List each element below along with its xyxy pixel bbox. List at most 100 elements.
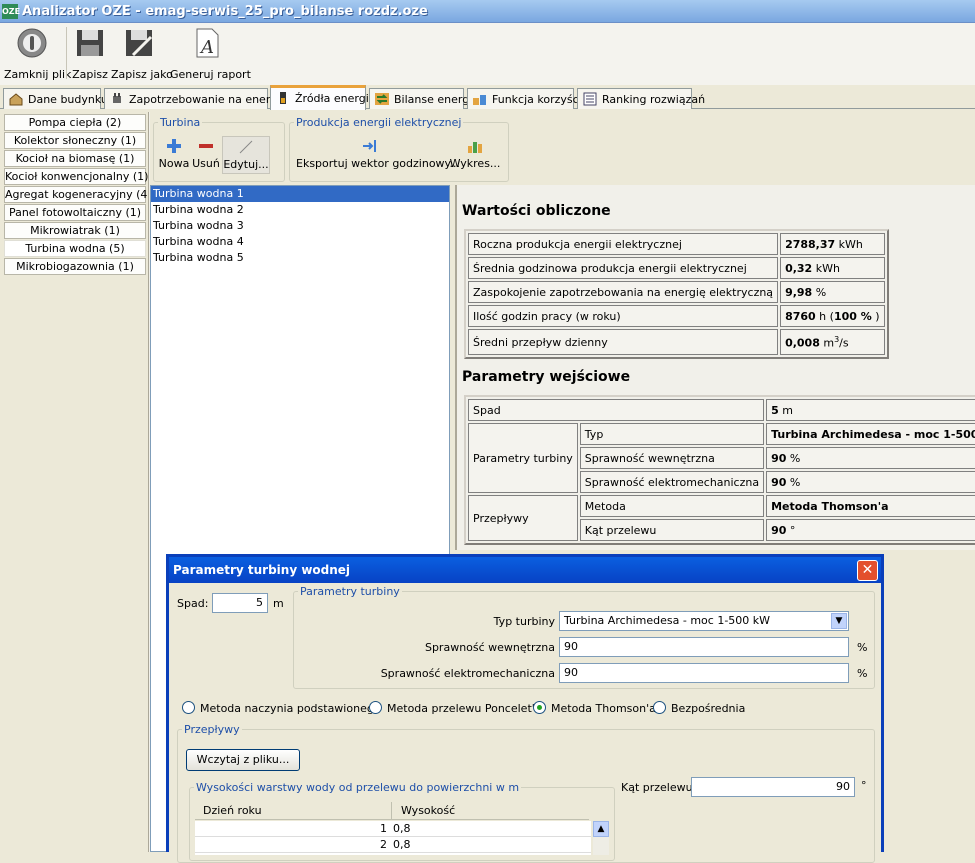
row-label: Spad: [468, 399, 765, 421]
source-item-selected[interactable]: Turbina wodna (5): [4, 240, 146, 257]
close-file-button[interactable]: Zamknij plik: [4, 27, 71, 81]
day-cell: 2: [380, 838, 387, 851]
app-logo-icon: OZE: [2, 4, 20, 19]
close-icon[interactable]: ✕: [857, 560, 878, 581]
chevron-down-icon[interactable]: ▼: [831, 613, 847, 629]
turbine-item[interactable]: Turbina wodna 4: [151, 234, 449, 250]
value-unit: %: [786, 475, 801, 489]
main-tabs: Dane budynku Zapotrzebowanie na energię …: [0, 85, 975, 110]
tab-label: Funkcja korzyści: [492, 93, 582, 106]
day-cell: 1: [380, 822, 387, 835]
value-number: 9,98: [785, 285, 813, 299]
minus-icon: [199, 144, 213, 148]
table-row[interactable]: 1 0,8: [195, 821, 591, 837]
load-from-file-button[interactable]: Wczytaj z pliku...: [186, 749, 300, 771]
delete-label: Usuń: [192, 157, 220, 170]
table-row: Ilość godzin pracy (w roku) 8760 h (100 %…: [468, 305, 885, 327]
chart-icon: [468, 142, 482, 153]
tab-energy-sources[interactable]: Źródła energii: [270, 85, 372, 110]
method-radio-thomson[interactable]: Metoda Thomson'a: [533, 701, 656, 715]
table-row[interactable]: 2 0,8: [195, 837, 591, 853]
value-number: 90: [771, 475, 787, 489]
tab-ranking[interactable]: Ranking rozwiązań: [577, 88, 705, 109]
source-item[interactable]: Agregat kogeneracyjny (4): [4, 186, 152, 203]
value-unit: %: [812, 285, 827, 299]
tab-energy-balances[interactable]: Bilanse energii: [369, 88, 475, 109]
chart-button[interactable]: Wykres...: [448, 138, 502, 170]
source-item[interactable]: Mikrowiatrak (1): [4, 222, 146, 239]
value-unit: m: [819, 336, 835, 350]
column-divider: [391, 802, 392, 820]
flows-legend: Przepływy: [184, 723, 240, 736]
params-legend: Parametry turbiny: [300, 585, 400, 598]
spad-label: Spad:: [177, 597, 209, 610]
turbine-item[interactable]: Turbina wodna 5: [151, 250, 449, 266]
method-radio-direct[interactable]: Bezpośrednia: [653, 701, 745, 715]
tab-benefit-function[interactable]: Funkcja korzyści: [467, 88, 582, 109]
generate-report-button[interactable]: A Generuj raport: [170, 27, 251, 81]
method-radio-poncelet[interactable]: Metoda przelewu Poncelet'a: [369, 701, 542, 715]
chevron-up-icon[interactable]: ▲: [593, 821, 609, 837]
value-text: Metoda Thomson'a: [771, 499, 889, 513]
edit-turbine-button[interactable]: Edytuj...: [222, 136, 270, 174]
spad-input[interactable]: 5: [212, 593, 268, 613]
save-as-button[interactable]: Zapisz jako: [111, 27, 173, 81]
battery-icon: [275, 91, 291, 105]
save-button[interactable]: Zapisz: [72, 27, 108, 81]
details-panel: Wartości obliczone Roczna produkcja ener…: [455, 185, 975, 550]
eff-int-input[interactable]: 90: [559, 637, 849, 657]
input-params-title: Parametry wejściowe: [462, 369, 631, 385]
turbine-item-selected[interactable]: Turbina wodna 1: [151, 186, 449, 202]
row-value: Turbina Archimedesa - moc 1-500 kW: [766, 423, 975, 445]
value-number: 2788,37: [785, 237, 836, 251]
list-icon: [582, 92, 598, 106]
new-turbine-button[interactable]: Nowa: [158, 138, 190, 170]
table-row: Przepływy Metoda Metoda Thomson'a: [468, 495, 975, 541]
value-unit: °: [786, 523, 796, 537]
export-vector-button[interactable]: Eksportuj wektor godzinowy...: [296, 138, 460, 170]
row-label: Sprawność wewnętrzna: [579, 447, 765, 469]
tab-building-data[interactable]: Dane budynku: [3, 88, 108, 109]
turbine-group-legend: Turbina: [160, 116, 201, 129]
production-group-legend: Produkcja energii elektrycznej: [296, 116, 462, 129]
height-cell[interactable]: 0,8: [393, 838, 411, 851]
source-item[interactable]: Kocioł na biomasę (1): [4, 150, 146, 167]
method-radio-vessel[interactable]: Metoda naczynia podstawionego: [182, 701, 381, 715]
col-height-header[interactable]: Wysokość: [401, 804, 455, 817]
function-icon: [472, 92, 488, 106]
source-item[interactable]: Kolektor słoneczny (1): [4, 132, 146, 149]
source-item[interactable]: Mikrobiogazownia (1): [4, 258, 146, 275]
value-number: 0,008: [785, 336, 820, 350]
turbine-item[interactable]: Turbina wodna 3: [151, 218, 449, 234]
turbine-item[interactable]: Turbina wodna 2: [151, 202, 449, 218]
save-as-label: Zapisz jako: [111, 68, 173, 81]
source-item[interactable]: Panel fotowoltaiczny (1): [4, 204, 146, 221]
value-unit: kWh: [835, 237, 863, 251]
source-item[interactable]: Kocioł konwencjonalny (1): [4, 168, 148, 185]
value-unit: kWh: [812, 261, 840, 275]
document-icon: A: [196, 28, 219, 58]
value-number: 8760: [785, 309, 816, 323]
degree-unit: °: [861, 779, 867, 792]
value-number: 90: [771, 523, 787, 537]
plus-icon: [167, 139, 181, 153]
row-value: 90 %: [766, 447, 975, 469]
group-label: Przepływy: [468, 495, 578, 541]
row-value: 0,008 m3/s: [780, 329, 885, 355]
delete-turbine-button[interactable]: Usuń: [192, 138, 220, 170]
tab-energy-demand[interactable]: Zapotrzebowanie na energię: [104, 88, 287, 109]
percent-unit: %: [857, 641, 868, 654]
value-unit: ): [871, 309, 880, 323]
heights-table-header: Dzień roku Wysokość: [195, 802, 589, 820]
source-item[interactable]: Pompa ciepła (2): [4, 114, 146, 131]
table-scrollbar[interactable]: ▲: [593, 821, 609, 855]
row-label: Typ: [579, 423, 765, 445]
turbine-type-select[interactable]: Turbina Archimedesa - moc 1-500 kW ▼: [559, 611, 849, 631]
col-day-header[interactable]: Dzień roku: [203, 804, 262, 817]
value-unit: /s: [839, 336, 849, 350]
turbine-type-value: Turbina Archimedesa - moc 1-500 kW: [564, 614, 771, 627]
value-unit: m: [778, 403, 793, 417]
angle-input[interactable]: 90: [691, 777, 855, 797]
eff-em-input[interactable]: 90: [559, 663, 849, 683]
height-cell[interactable]: 0,8: [393, 822, 411, 835]
